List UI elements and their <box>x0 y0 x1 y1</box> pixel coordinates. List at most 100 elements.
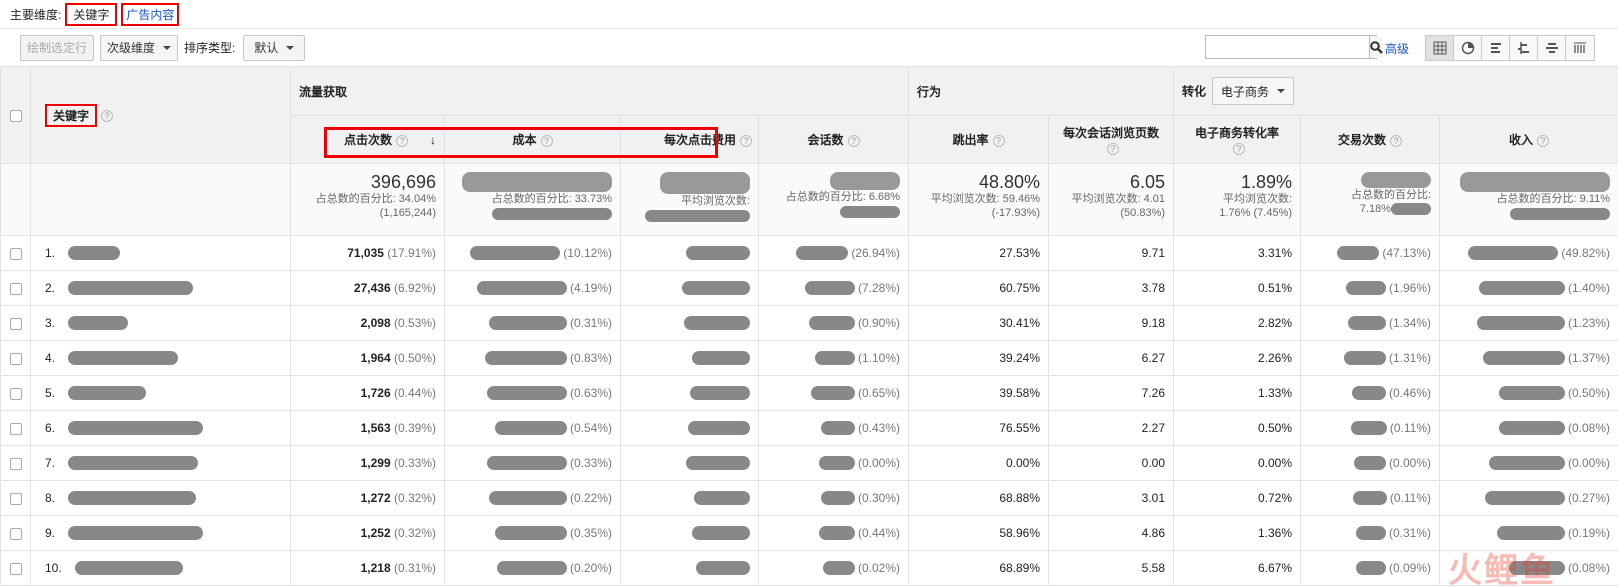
row-checkbox[interactable] <box>9 282 22 295</box>
group-conversion-label: 转化 <box>1182 84 1207 99</box>
pie-view-icon[interactable] <box>1454 36 1482 60</box>
redacted-keyword[interactable] <box>68 421 204 436</box>
cpc-cell <box>620 235 759 271</box>
redacted-value <box>688 421 750 436</box>
chevron-down-icon <box>286 45 295 50</box>
redacted-value <box>686 456 750 471</box>
clicks-cell: 2,098 (0.53%) <box>290 305 445 341</box>
performance-view-icon[interactable] <box>1482 36 1510 60</box>
keyword-header[interactable]: 关键字? <box>30 66 291 164</box>
redacted-value <box>486 456 567 471</box>
pivot-view-icon[interactable] <box>1566 36 1594 60</box>
bounce-cell: 39.58% <box>908 375 1050 411</box>
redacted-keyword[interactable] <box>68 526 204 541</box>
table-view-icon[interactable] <box>1426 36 1454 60</box>
col-transactions[interactable]: 交易次数? <box>1300 115 1441 164</box>
help-icon[interactable]: ? <box>1537 134 1550 147</box>
redacted-value <box>804 281 855 296</box>
redacted-keyword[interactable] <box>68 456 199 471</box>
redacted-value <box>1460 172 1611 192</box>
advanced-filter-link[interactable]: 高级 <box>1385 40 1409 57</box>
redacted-value <box>1498 386 1565 401</box>
help-icon[interactable]: ? <box>992 134 1005 147</box>
row-checkbox[interactable] <box>9 492 22 505</box>
redacted-value <box>1498 421 1565 436</box>
bounce-cell: 68.88% <box>908 480 1050 516</box>
help-icon[interactable]: ? <box>847 134 860 147</box>
keyword-cell: 1. <box>30 235 291 271</box>
col-ecommerce-rate[interactable]: 电子商务转化率? <box>1173 115 1302 164</box>
row-checkbox[interactable] <box>9 387 22 400</box>
keyword-cell: 9. <box>30 515 291 551</box>
clicks-cell: 1,252 (0.32%) <box>290 515 445 551</box>
row-checkbox[interactable] <box>9 247 22 260</box>
row-checkbox[interactable] <box>9 457 22 470</box>
term-cloud-view-icon[interactable] <box>1538 36 1566 60</box>
row-index: 10. <box>45 560 62 575</box>
col-clicks[interactable]: 点击次数? ↓ <box>290 115 445 164</box>
col-cpc[interactable]: 每次点击费用? <box>620 115 759 164</box>
redacted-keyword[interactable] <box>68 316 129 331</box>
sessions-cell: (0.65%) <box>757 375 910 411</box>
row-checkbox[interactable] <box>9 352 22 365</box>
cost-cell: (0.83%) <box>444 340 621 376</box>
conversion-goal-dropdown[interactable]: 电子商务 <box>1212 77 1295 105</box>
total-ecom: 1.89% 平均浏览次数: 1.76% (7.45%) <box>1173 163 1302 236</box>
dimension-keyword[interactable]: 关键字 <box>65 2 118 26</box>
col-revenue[interactable]: 收入? <box>1439 115 1618 164</box>
row-checkbox[interactable] <box>9 562 22 575</box>
col-sessions[interactable]: 会话数? <box>757 115 910 164</box>
help-icon[interactable]: ? <box>1390 134 1403 147</box>
secondary-dimension-dropdown[interactable]: 次级维度 <box>100 34 179 61</box>
table-row: 8. 1,272 (0.32%) (0.22%) (0.30%) 68.88% 3.… <box>0 480 1618 516</box>
sessions-cell: (0.00%) <box>757 445 910 481</box>
col-pages-per-session[interactable]: 每次会话浏览页数? <box>1048 115 1175 164</box>
cpc-cell <box>620 340 759 376</box>
sort-type-dropdown[interactable]: 默认 <box>243 34 306 61</box>
total-revenue: 占总数的百分比: 9.11% <box>1439 163 1618 236</box>
comparison-view-icon[interactable] <box>1510 36 1538 60</box>
sort-desc-icon: ↓ <box>430 133 436 147</box>
redacted-keyword[interactable] <box>68 281 194 296</box>
ecom-cell: 2.26% <box>1173 340 1302 376</box>
redacted-value <box>1345 281 1386 296</box>
redacted-keyword[interactable] <box>68 246 121 261</box>
row-checkbox[interactable] <box>9 527 22 540</box>
select-all-checkbox[interactable] <box>9 109 22 122</box>
transactions-cell: (0.31%) <box>1300 515 1441 551</box>
help-icon[interactable]: ? <box>1107 142 1120 155</box>
redacted-value <box>686 246 750 261</box>
cpc-cell <box>620 515 759 551</box>
clicks-cell: 1,964 (0.50%) <box>290 340 445 376</box>
chevron-down-icon <box>163 45 172 50</box>
redacted-value <box>1343 351 1386 366</box>
redacted-value <box>1352 491 1387 506</box>
ecom-cell: 3.31% <box>1173 235 1302 271</box>
row-index: 2. <box>45 280 56 295</box>
search-input[interactable] <box>1206 36 1369 58</box>
pps-cell: 9.18 <box>1048 305 1175 341</box>
cost-cell: (0.63%) <box>444 375 621 411</box>
row-checkbox[interactable] <box>9 317 22 330</box>
col-bounce-rate[interactable]: 跳出率? <box>908 115 1050 164</box>
redacted-keyword[interactable] <box>75 561 184 576</box>
cost-cell: (0.20%) <box>444 550 621 586</box>
pps-cell: 3.01 <box>1048 480 1175 516</box>
search-button[interactable] <box>1369 36 1383 58</box>
help-icon[interactable]: ? <box>396 134 408 147</box>
redacted-keyword[interactable] <box>68 491 197 506</box>
clicks-cell: 1,272 (0.32%) <box>290 480 445 516</box>
col-cost[interactable]: 成本? <box>444 115 621 164</box>
help-icon[interactable]: ? <box>740 134 752 147</box>
transactions-cell: (0.00%) <box>1300 445 1441 481</box>
plot-rows-button[interactable]: 绘制选定行 <box>20 34 95 61</box>
help-icon[interactable]: ? <box>540 134 553 147</box>
help-icon[interactable]: ? <box>1233 142 1246 155</box>
redacted-value <box>830 172 901 190</box>
redacted-keyword[interactable] <box>68 386 147 401</box>
row-checkbox[interactable] <box>9 422 22 435</box>
cost-cell: (0.33%) <box>444 445 621 481</box>
redacted-keyword[interactable] <box>68 351 179 366</box>
help-icon[interactable]: ? <box>101 110 114 123</box>
dimension-ad-content-link[interactable]: 广告内容 <box>121 2 180 26</box>
